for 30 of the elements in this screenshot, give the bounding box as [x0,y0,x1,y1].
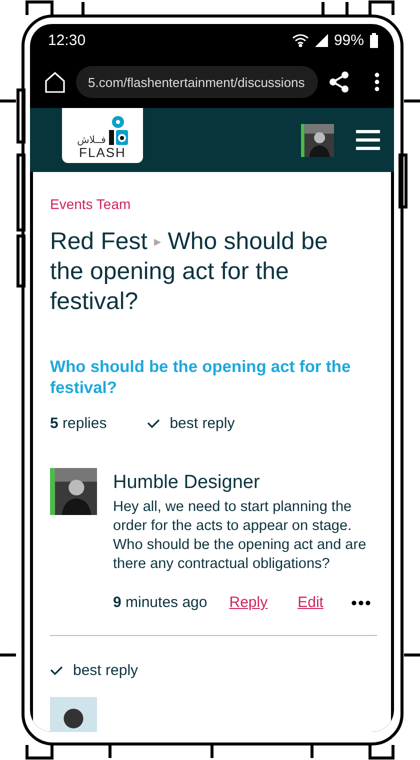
action-link[interactable]: Reply [229,594,268,611]
action-link[interactable]: Edit [298,594,324,611]
topic-title[interactable]: Who should be the opening act for the festival? [50,357,377,399]
battery-icon [370,32,378,48]
best-reply-label: best reply [73,662,138,679]
author-name: Humble Designer [113,472,261,494]
page-title: Red Fest $^{▸}$ Who should be the opening act for the festival? [50,227,329,317]
logo-text: FLASH [79,146,126,159]
home-icon[interactable] [44,71,66,93]
avatar-icon [301,124,334,156]
battery-level: 99% [334,32,364,48]
reply-count: 5 replies [50,415,107,432]
camera-icon [108,116,128,146]
post-text: Hey all, we need to start planning the order for the acts to appear on stage. Who should be the opening act and are there any contractual obligations? [113,498,368,574]
logo-arabic-text: فــلاش [77,135,106,146]
more-icon[interactable] [374,72,380,92]
avatar-icon [50,697,97,732]
avatar-icon [50,468,97,515]
url-field[interactable]: 5.com/flashentertainment/discussions [76,66,318,98]
clock: 12:30 [48,32,87,48]
signal-icon [314,34,328,46]
more-icon[interactable] [351,600,372,606]
check-icon [50,666,63,675]
group-link[interactable]: Events Team [50,196,377,212]
menu-icon[interactable] [356,130,380,150]
check-icon [146,419,160,428]
post-time: 9 minutes ago [113,594,208,611]
best-reply-label[interactable]: best reply [170,415,235,432]
share-icon[interactable] [328,71,350,93]
wifi-icon [292,34,309,46]
